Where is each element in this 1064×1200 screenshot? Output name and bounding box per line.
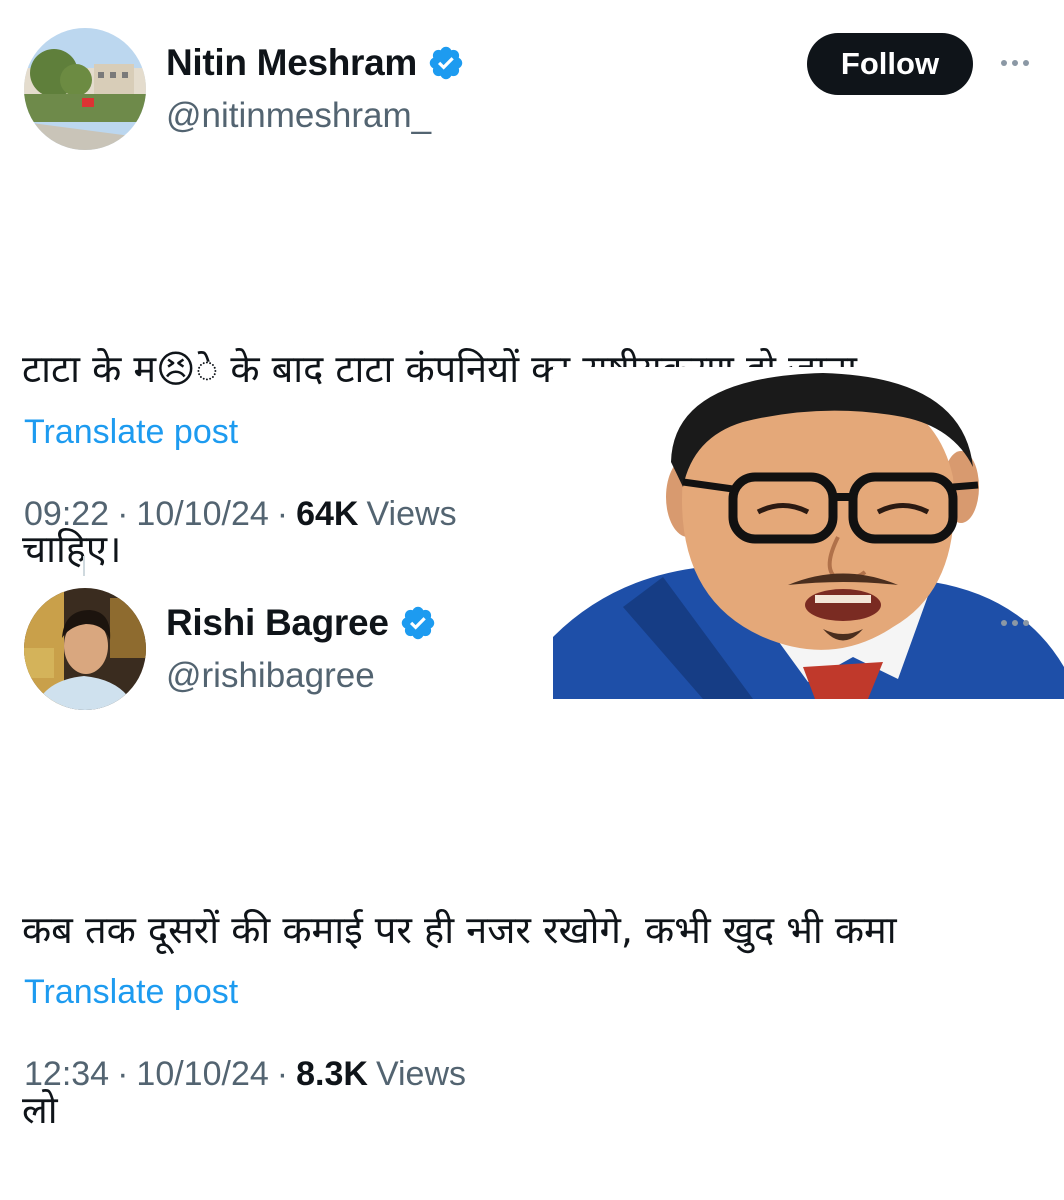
post-date[interactable]: 10/10/24 (136, 1055, 268, 1094)
post-meta: 09:22 · 10/10/24 · 64K Views (24, 495, 457, 534)
post-meta: 12:34 · 10/10/24 · 8.3K Views (24, 1055, 466, 1094)
translate-post-link[interactable]: Translate post (24, 973, 238, 1012)
views-label: Views (366, 495, 457, 533)
thread-connector (83, 556, 85, 576)
post-time[interactable]: 09:22 (24, 495, 109, 534)
avatar-rishi-bagree[interactable] (24, 588, 146, 710)
author-row: Rishi Bagree (166, 602, 437, 644)
separator: · (276, 495, 289, 533)
separator: · (276, 1055, 289, 1093)
more-options-icon[interactable] (1001, 60, 1029, 66)
avatar-nitin-meshram[interactable] (24, 28, 146, 150)
caricature-image[interactable] (553, 367, 1064, 699)
verified-badge-icon (401, 606, 434, 640)
post-text-line-1: कब तक दूसरों की कमाई पर ही नजर रखोगे, कभ… (22, 908, 897, 952)
author-name[interactable]: Nitin Meshram (166, 42, 417, 84)
author-handle[interactable]: @nitinmeshram_ (166, 96, 431, 136)
more-options-icon[interactable] (1001, 620, 1029, 626)
views-count: 64K (296, 495, 359, 533)
author-row: Nitin Meshram (166, 42, 465, 84)
post-date[interactable]: 10/10/24 (136, 495, 268, 534)
follow-button[interactable]: Follow (807, 33, 973, 95)
separator: · (117, 495, 129, 533)
author-name[interactable]: Rishi Bagree (166, 602, 389, 644)
separator: · (117, 1055, 129, 1093)
author-handle[interactable]: @rishibagree (166, 656, 375, 696)
verified-badge-icon (429, 46, 463, 80)
translate-post-link[interactable]: Translate post (24, 413, 238, 452)
post-time[interactable]: 12:34 (24, 1055, 109, 1094)
views-count: 8.3K (296, 1055, 368, 1093)
views-label: Views (375, 1055, 467, 1093)
